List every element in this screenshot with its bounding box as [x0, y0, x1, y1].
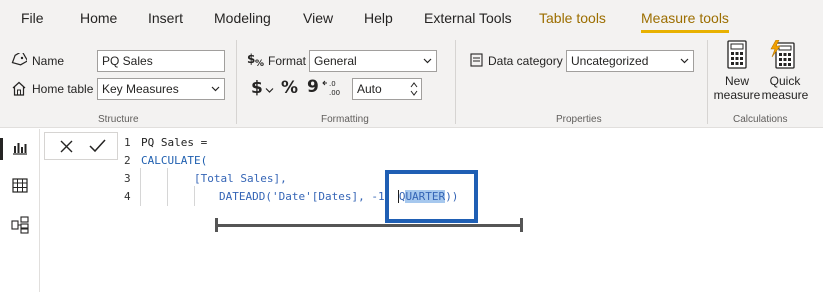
quick-measure-icon[interactable] [770, 40, 796, 70]
data-category-label: Data category [488, 54, 563, 68]
menu-insert[interactable]: Insert [148, 10, 183, 26]
home-table-value: Key Measures [102, 82, 179, 96]
indent-guide [194, 186, 195, 206]
code-line-2[interactable]: CALCULATE( [141, 154, 207, 167]
menu-help[interactable]: Help [364, 10, 393, 26]
highlight-box [385, 170, 478, 223]
format-label: Format [268, 54, 307, 68]
menu-file[interactable]: File [21, 10, 44, 26]
tab-table-tools[interactable]: Table tools [539, 10, 606, 26]
stepper-arrows-icon[interactable] [410, 81, 418, 97]
data-category-icon [470, 53, 483, 67]
code-line-3[interactable]: [Total Sales], [194, 172, 287, 185]
group-label-formatting: Formatting [321, 114, 369, 125]
name-label: Name [32, 54, 65, 68]
report-view-icon[interactable] [12, 141, 28, 155]
ribbon-divider [707, 40, 708, 124]
home-table-label: Home table [32, 82, 94, 96]
bracket-tick-right [520, 218, 523, 232]
svg-text:%: % [255, 59, 264, 68]
data-category-value: Uncategorized [571, 54, 649, 68]
chevron-down-icon[interactable] [265, 87, 274, 94]
menu-bar: File Home Insert Modeling View Help Exte… [0, 0, 823, 36]
active-view-indicator [0, 138, 3, 160]
comma-icon[interactable]: 9 [307, 77, 319, 97]
tab-measure-tools[interactable]: Measure tools [641, 10, 729, 26]
model-view-icon[interactable] [11, 216, 29, 234]
decimal-places-stepper[interactable]: Auto [352, 78, 422, 100]
svg-text:.0: .0 [329, 80, 336, 88]
bracket-line [217, 224, 522, 227]
home-table-select[interactable]: Key Measures [97, 78, 225, 100]
ribbon-divider [455, 40, 456, 124]
commit-icon[interactable] [89, 139, 106, 153]
group-label-structure: Structure [98, 114, 139, 125]
data-category-select[interactable]: Uncategorized [566, 50, 694, 72]
line-number: 3 [124, 172, 131, 185]
home-icon [12, 81, 26, 96]
new-measure-label-2[interactable]: measure [712, 89, 762, 102]
decimal-places-value: Auto [357, 82, 382, 96]
name-field[interactable]: PQ Sales [97, 50, 225, 72]
indent-guide [140, 168, 141, 206]
menu-modeling[interactable]: Modeling [214, 10, 271, 26]
line-number: 4 [124, 190, 131, 203]
format-select[interactable]: General [309, 50, 437, 72]
decimal-icon[interactable]: .0 .00 [322, 79, 344, 97]
group-label-calculations: Calculations [733, 114, 788, 125]
chevron-down-icon [211, 86, 220, 92]
code-line-1[interactable]: PQ Sales = [141, 136, 207, 149]
percent-icon[interactable]: % [281, 78, 298, 98]
chevron-down-icon [423, 58, 432, 64]
menu-view[interactable]: View [303, 10, 333, 26]
data-view-icon[interactable] [12, 178, 28, 193]
active-tab-indicator [641, 30, 729, 33]
ribbon-divider [236, 40, 237, 124]
code-line-4-prefix: DATEADD('Date'[Dates], -1, [219, 190, 398, 203]
new-measure-label-1[interactable]: New [716, 75, 758, 88]
quick-measure-label-2[interactable]: measure [760, 89, 810, 102]
menu-home[interactable]: Home [80, 10, 117, 26]
chevron-down-icon [680, 58, 689, 64]
ribbon: Name PQ Sales Home table Key Measures St… [0, 36, 823, 128]
menu-external-tools[interactable]: External Tools [424, 10, 512, 26]
group-label-properties: Properties [556, 114, 602, 125]
line-number: 2 [124, 154, 131, 167]
cancel-icon[interactable] [60, 140, 73, 153]
new-measure-icon[interactable] [726, 40, 748, 70]
svg-text:.00: .00 [329, 89, 340, 97]
name-tag-icon [11, 53, 27, 66]
format-value: General [314, 54, 357, 68]
indent-guide [167, 168, 168, 206]
format-icon: $ % [247, 52, 264, 68]
quick-measure-label-1[interactable]: Quick [764, 75, 806, 88]
line-number: 1 [124, 136, 131, 149]
formula-bar-actions [44, 132, 118, 160]
dollar-icon[interactable]: $ [251, 78, 263, 98]
power-bi-desktop: File Home Insert Modeling View Help Exte… [0, 0, 823, 292]
